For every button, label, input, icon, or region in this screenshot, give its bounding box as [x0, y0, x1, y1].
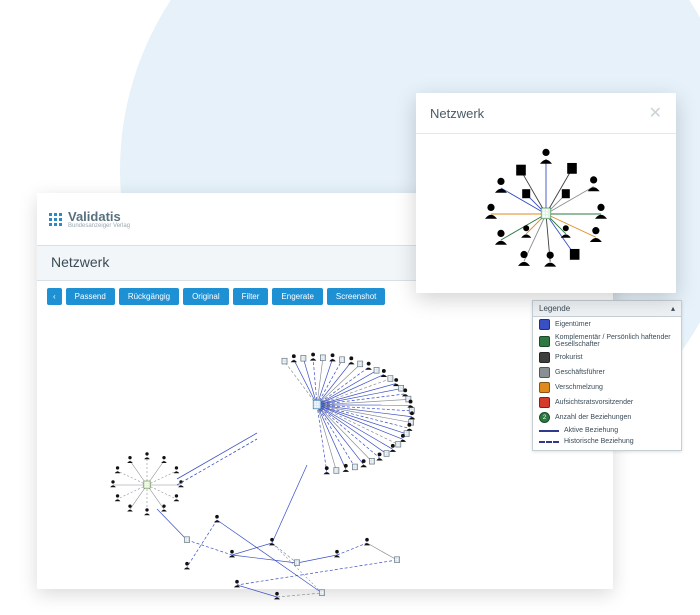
screenshot-button[interactable]: Screenshot: [327, 288, 385, 305]
legend-item-label: Prokurist: [555, 354, 583, 361]
section-title: Netzwerk: [51, 254, 109, 270]
legend-active-label: Aktive Beziehung: [564, 427, 618, 434]
legend-swatch-icon: [539, 382, 550, 393]
export-button[interactable]: Engerate: [272, 288, 322, 305]
solid-line-icon: [539, 430, 559, 432]
filter-button[interactable]: Filter: [233, 288, 269, 305]
legend-item: Komplementär / Persönlich haftender Gese…: [533, 332, 681, 350]
legend-item: Verschmelzung: [533, 380, 681, 395]
legend-swatch-icon: [539, 319, 550, 330]
legend-swatch-icon: [539, 352, 550, 363]
fit-button[interactable]: Passend: [66, 288, 115, 305]
legend-item-label: Geschäftsführer: [555, 369, 605, 376]
legend-count-row: 2 Anzahl der Beziehungen: [533, 410, 681, 425]
collapse-button[interactable]: ‹: [47, 288, 62, 305]
legend-title: Legende: [539, 304, 570, 313]
legend-active-row: Aktive Beziehung: [533, 425, 681, 436]
legend-item-label: Komplementär / Persönlich haftender Gese…: [555, 334, 675, 348]
network-popup: Netzwerk ✕: [416, 93, 676, 293]
popup-body: [416, 134, 676, 289]
popup-title: Netzwerk: [430, 106, 484, 121]
legend-header[interactable]: Legende ▴: [533, 301, 681, 317]
network-canvas[interactable]: [37, 305, 613, 615]
legend-body: Eigentümer Komplementär / Persönlich haft…: [533, 317, 681, 410]
original-button[interactable]: Original: [183, 288, 229, 305]
popup-header: Netzwerk ✕: [416, 93, 676, 134]
logo-icon: [49, 213, 62, 226]
legend-count-label: Anzahl der Beziehungen: [555, 414, 631, 421]
legend-item: Geschäftsführer: [533, 365, 681, 380]
logo-text: Validatis Bundesanzeiger Verlag: [68, 210, 130, 229]
legend-item: Prokurist: [533, 350, 681, 365]
legend-historic-label: Historische Beziehung: [564, 438, 634, 445]
dashed-line-icon: [539, 441, 559, 443]
legend-historic-row: Historische Beziehung: [533, 436, 681, 450]
legend-item: Eigentümer: [533, 317, 681, 332]
legend-item-label: Eigentümer: [555, 321, 591, 328]
count-badge-icon: 2: [539, 412, 550, 423]
legend-collapse-icon[interactable]: ▴: [671, 304, 675, 313]
brand-name: Validatis: [68, 210, 130, 223]
undo-button[interactable]: Rückgängig: [119, 288, 179, 305]
legend-swatch-icon: [539, 397, 550, 408]
legend-panel[interactable]: Legende ▴ Eigentümer Komplementär / Persö…: [532, 300, 682, 451]
legend-item: Aufsichtsratsvorsitzender: [533, 395, 681, 410]
brand-tagline: Bundesanzeiger Verlag: [68, 223, 130, 229]
popup-graph: [416, 134, 676, 289]
legend-swatch-icon: [539, 367, 550, 378]
legend-swatch-icon: [539, 336, 550, 347]
legend-item-label: Verschmelzung: [555, 384, 603, 391]
close-icon[interactable]: ✕: [649, 103, 662, 123]
legend-item-label: Aufsichtsratsvorsitzender: [555, 399, 633, 406]
network-graph: [37, 305, 613, 615]
